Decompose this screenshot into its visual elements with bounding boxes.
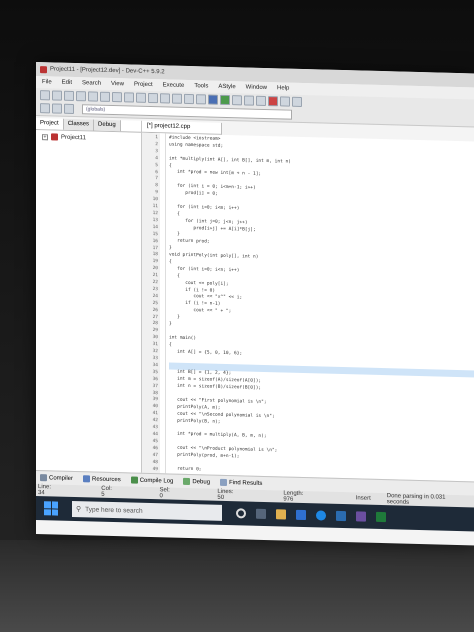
new-class-icon[interactable] <box>40 103 50 114</box>
project-browser: Project Classes Debug + Project11 <box>36 118 142 473</box>
compile-log-icon <box>130 476 138 484</box>
monitor-screen: Project11 - [Project12.dev] - Dev-C++ 5.… <box>36 62 474 546</box>
menu-view[interactable]: View <box>111 81 124 87</box>
compiler-icon <box>40 474 47 482</box>
store-icon[interactable] <box>296 509 306 521</box>
debug-icon[interactable] <box>280 96 290 107</box>
status-mode: Insert <box>355 495 371 502</box>
status-col: Col: 5 <box>101 486 143 499</box>
toggle-bookmark-icon[interactable] <box>184 93 194 105</box>
task-view-icon[interactable] <box>256 508 266 520</box>
goto-line-icon[interactable] <box>196 94 206 105</box>
status-sel: Sel: 0 <box>159 487 201 500</box>
project-icon <box>51 133 58 141</box>
menu-file[interactable]: File <box>42 79 52 85</box>
check-syntax-icon[interactable] <box>256 95 266 107</box>
unindent-icon[interactable] <box>172 93 182 104</box>
menu-search[interactable]: Search <box>82 80 101 86</box>
new-file-icon[interactable] <box>40 90 50 101</box>
tab-project[interactable]: Project <box>36 118 64 130</box>
search-icon: ⚲ <box>76 506 82 514</box>
indent-icon[interactable] <box>160 93 170 104</box>
mail-icon[interactable] <box>336 510 346 522</box>
menu-astyle[interactable]: AStyle <box>218 84 235 90</box>
menu-tools[interactable]: Tools <box>194 83 208 89</box>
tab-debug-output[interactable]: Debug <box>183 477 211 486</box>
devcpp-app-icon <box>40 65 47 73</box>
menu-window[interactable]: Window <box>246 84 267 91</box>
menu-execute[interactable]: Execute <box>163 82 185 89</box>
redo-icon[interactable] <box>124 92 134 103</box>
tab-classes[interactable]: Classes <box>63 118 95 131</box>
edge-icon[interactable] <box>316 510 326 521</box>
open-file-icon[interactable] <box>52 90 62 101</box>
debug-check-icon <box>183 477 191 486</box>
tab-debug-output-label: Debug <box>192 478 211 486</box>
taskbar-icons <box>236 508 386 523</box>
undo-icon[interactable] <box>112 91 122 103</box>
code-area[interactable]: 1 2 3 4 5 6 7 8 9 10 11 12 13 14 15 16 17 18 19 20 21 22 23 24 2… <box>142 132 474 482</box>
tab-compiler-label: Compiler <box>49 474 74 482</box>
tab-debug[interactable]: Debug <box>94 119 121 132</box>
windows-start-icon[interactable] <box>44 501 58 516</box>
tab-find-results[interactable]: Find Results <box>220 478 263 487</box>
menu-edit[interactable]: Edit <box>62 80 72 86</box>
search-placeholder: Type here to search <box>85 505 143 515</box>
find-icon[interactable] <box>136 92 146 103</box>
expand-icon[interactable]: + <box>42 133 48 140</box>
save-all-icon[interactable] <box>76 91 86 102</box>
main-area: Project Classes Debug + Project11 [*] pr… <box>36 118 474 482</box>
menu-project[interactable]: Project <box>134 82 153 88</box>
tab-compile-log[interactable]: Compile Log <box>130 476 174 485</box>
devcpp-taskbar-icon[interactable] <box>356 511 366 522</box>
tab-compiler[interactable]: Compiler <box>40 474 73 482</box>
source-code[interactable]: #include <iostream> using namespace std; i… <box>166 133 474 481</box>
taskbar-search-input[interactable]: ⚲ Type here to search <box>72 500 222 521</box>
line-number-gutter: 1 2 3 4 5 6 7 8 9 10 11 12 13 14 15 16 17 18 19 20 21 22 23 24 2… <box>142 132 160 474</box>
save-icon[interactable] <box>64 90 74 101</box>
print-icon[interactable] <box>100 91 110 102</box>
profile-icon[interactable] <box>292 96 302 107</box>
cortana-icon[interactable] <box>236 508 246 519</box>
run-icon[interactable] <box>220 94 230 106</box>
project-tree-item[interactable]: + Project11 <box>36 130 141 143</box>
compile-icon[interactable] <box>208 94 218 105</box>
stop-execution-icon[interactable] <box>268 96 278 107</box>
compile-run-icon[interactable] <box>232 95 242 106</box>
window-title: Project11 - [Project12.dev] - Dev-C++ 5.… <box>50 66 165 76</box>
excel-icon[interactable] <box>376 511 386 523</box>
add-to-project-icon[interactable] <box>64 103 74 114</box>
file-explorer-icon[interactable] <box>276 509 286 520</box>
tab-compile-log-label: Compile Log <box>139 477 174 485</box>
tab-resources[interactable]: Resources <box>83 475 121 483</box>
find-results-icon <box>220 478 228 487</box>
resources-icon <box>83 475 91 483</box>
tab-find-results-label: Find Results <box>229 479 263 487</box>
insert-code-icon[interactable] <box>52 103 62 114</box>
rebuild-icon[interactable] <box>244 95 254 106</box>
close-file-icon[interactable] <box>88 91 98 102</box>
desk-surface <box>0 540 474 632</box>
project-name: Project11 <box>61 134 86 141</box>
replace-icon[interactable] <box>148 92 158 104</box>
menu-help[interactable]: Help <box>277 85 289 91</box>
code-editor: [*] project12.cpp 1 2 3 4 5 6 7 8 9 10 11 12 13 14 15 1… <box>142 120 474 482</box>
tab-resources-label: Resources <box>92 475 121 483</box>
